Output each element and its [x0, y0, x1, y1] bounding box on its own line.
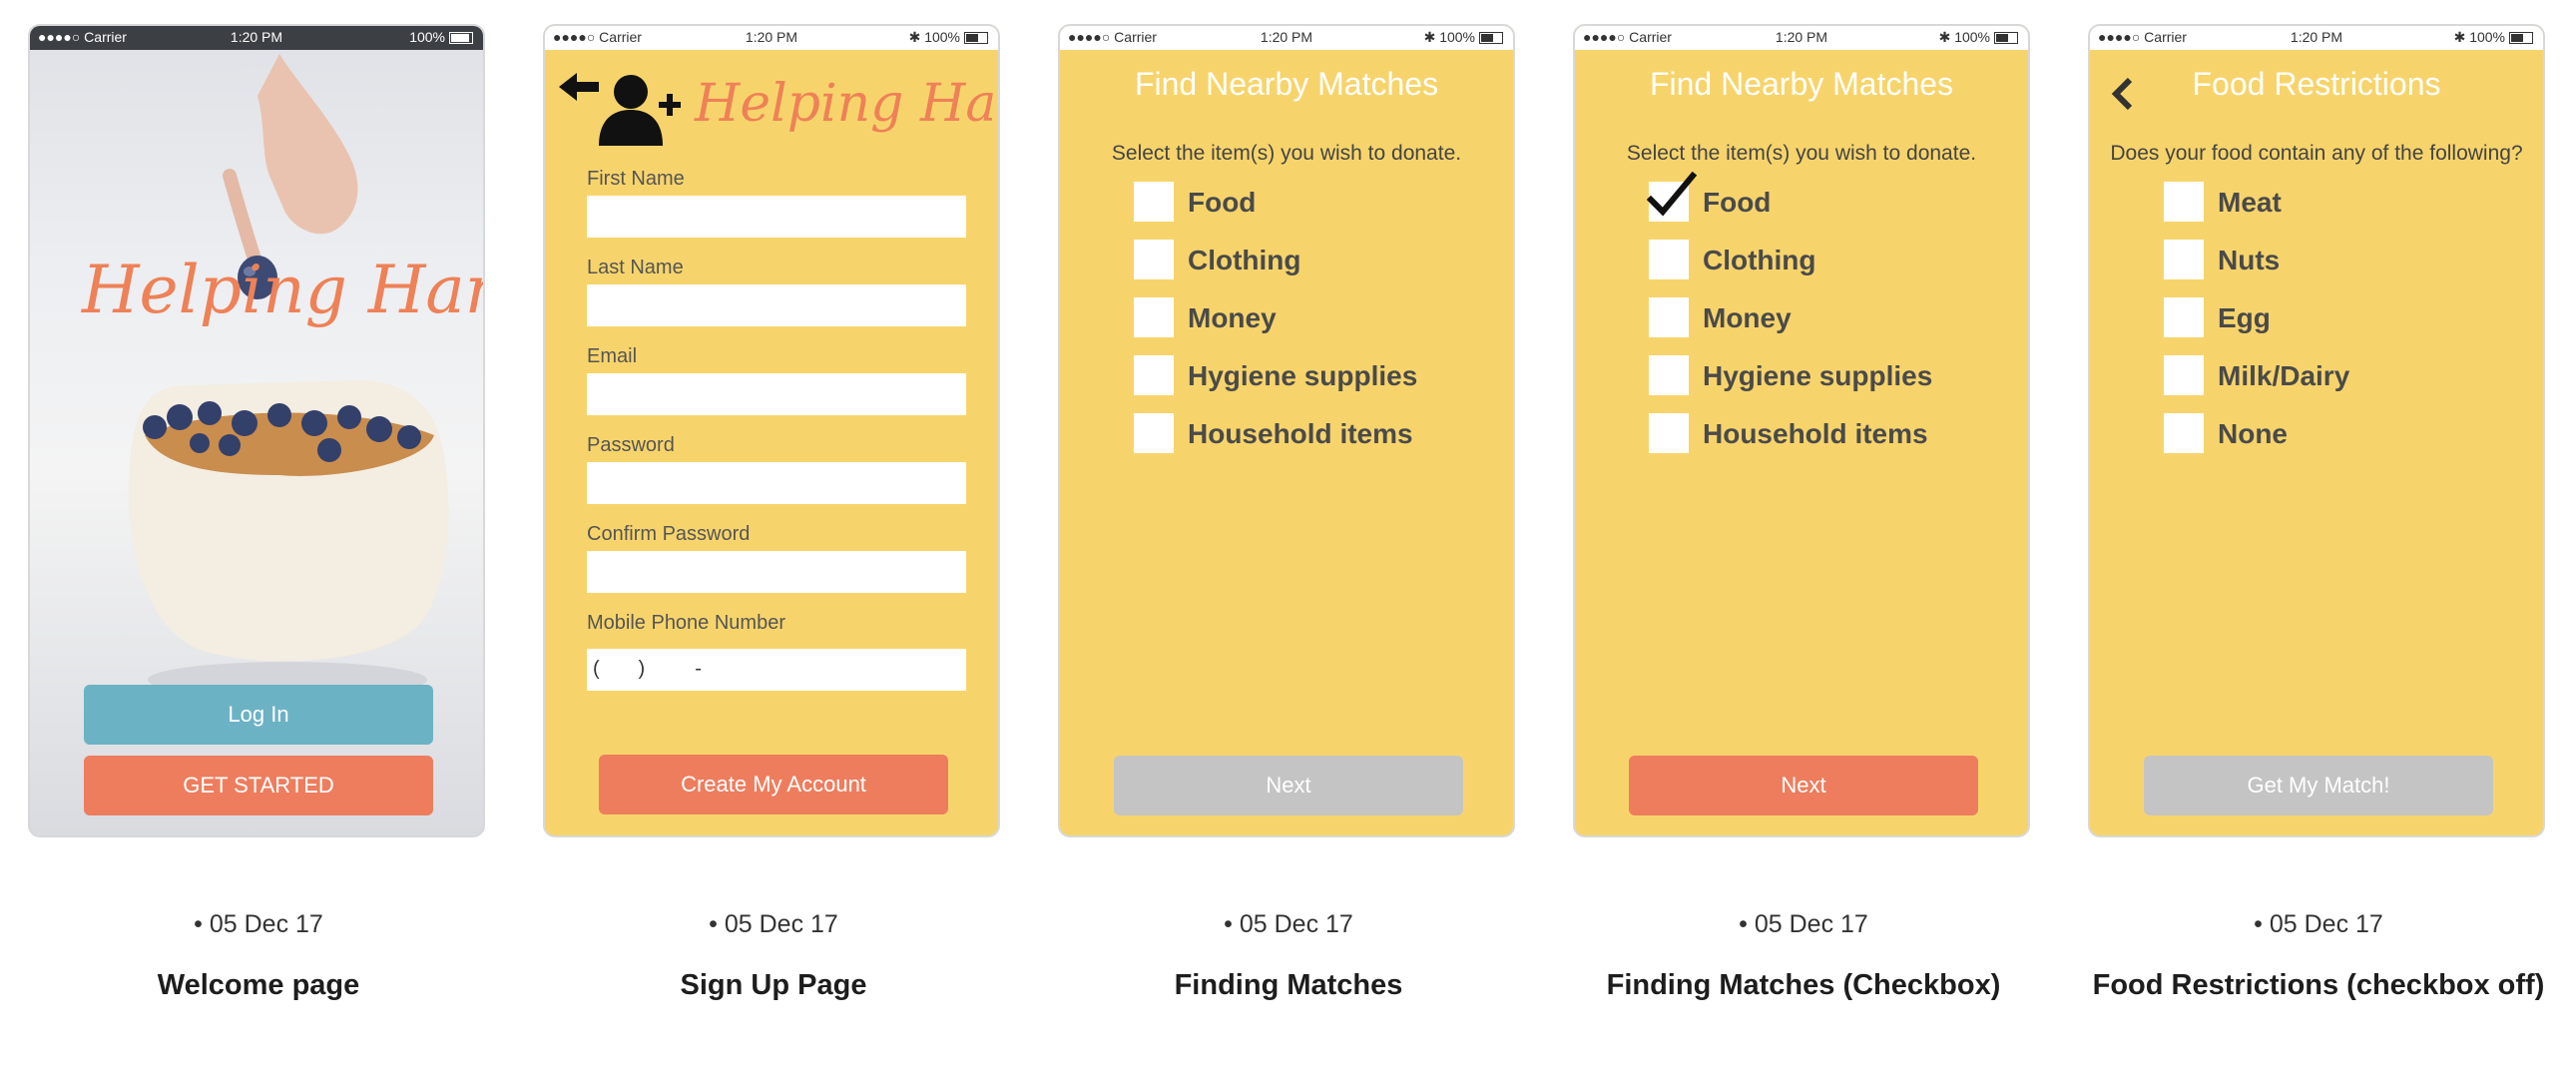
checkbox[interactable] [1649, 413, 1689, 453]
battery-icon [1994, 32, 2018, 45]
option-label: Household items [1188, 418, 1413, 449]
confirm-password-field[interactable] [587, 551, 966, 593]
checkbox[interactable] [2164, 297, 2204, 337]
last-name-field[interactable] [587, 284, 966, 326]
add-user-icon [599, 75, 681, 146]
create-account-button[interactable]: Create My Account [599, 755, 948, 814]
checkbox[interactable] [1134, 413, 1174, 453]
option-label: Hygiene supplies [1188, 360, 1418, 391]
next-button-disabled[interactable]: Next [1114, 756, 1463, 815]
phone-screen-find-checked: ●●●●○ Carrier 1:20 PM ✱ 100% Find Nearby… [1573, 24, 2030, 837]
donation-prompt: Select the item(s) you wish to donate. [1111, 142, 1462, 165]
first-name-label: First Name [587, 168, 685, 190]
status-bar: ●●●●○ Carrier 1:20 PM ✱ 100% [545, 26, 998, 50]
first-name-field[interactable] [587, 196, 966, 238]
card-caption: Sign Up Page [680, 969, 867, 1001]
option-label: Nuts [2218, 245, 2281, 275]
card-signup[interactable]: ●●●●○ Carrier 1:20 PM ✱ 100% Helping Han… [543, 24, 1004, 1001]
card-caption: Finding Matches [1174, 969, 1403, 1001]
password-field[interactable] [587, 462, 966, 504]
option-label: Money [1703, 302, 1792, 333]
email-field[interactable] [587, 373, 966, 415]
restrictions-prompt: Does your food contain any of the follow… [2110, 142, 2523, 165]
next-button[interactable]: Next [1629, 756, 1978, 815]
battery-percent: 100% [1954, 29, 1990, 45]
card-food-restrictions[interactable]: ●●●●○ Carrier 1:20 PM ✱ 100% Food Restri… [2088, 24, 2549, 1001]
battery-percent: 100% [2469, 29, 2505, 45]
checkbox[interactable] [1649, 355, 1689, 395]
battery-percent: 100% [924, 29, 960, 45]
battery-indicator: ✱ 100% [1939, 29, 2018, 46]
option-label: Food [1188, 187, 1257, 218]
phone-placeholder: ( ) - [593, 658, 702, 680]
card-date: • 05 Dec 17 [1224, 910, 1353, 938]
checkbox[interactable] [1134, 182, 1174, 222]
phone-screen-welcome: ●●●●○ Carrier 1:20 PM 100% Helping Hand … [28, 24, 485, 837]
card-finding-matches[interactable]: ●●●●○ Carrier 1:20 PM ✱ 100% Find Nearby… [1058, 24, 1519, 1001]
battery-icon [2509, 32, 2533, 45]
phone-screen-restrictions: ●●●●○ Carrier 1:20 PM ✱ 100% Food Restri… [2088, 24, 2545, 837]
donation-prompt: Select the item(s) you wish to donate. [1626, 142, 1977, 165]
option-label: Milk/Dairy [2218, 360, 2350, 391]
option-label: Clothing [1703, 245, 1816, 275]
checkbox[interactable] [1134, 297, 1174, 337]
option-label: Hygiene supplies [1703, 360, 1933, 391]
option-label: Egg [2218, 302, 2271, 333]
card-welcome[interactable]: ●●●●○ Carrier 1:20 PM 100% Helping Hand … [28, 24, 489, 1001]
option-label: Food [1703, 187, 1772, 218]
phone-screen-signup: ●●●●○ Carrier 1:20 PM ✱ 100% Helping Han… [543, 24, 1000, 837]
app-logo: Helping Hand [82, 252, 483, 328]
phone-screen-find: ●●●●○ Carrier 1:20 PM ✱ 100% Find Nearby… [1058, 24, 1515, 837]
status-bar: ●●●●○ Carrier 1:20 PM ✱ 100% [1060, 26, 1513, 50]
battery-indicator: ✱ 100% [909, 29, 988, 46]
status-bar: ●●●●○ Carrier 1:20 PM ✱ 100% [1575, 26, 2028, 50]
checkbox[interactable] [2164, 240, 2204, 279]
checkbox[interactable] [2164, 182, 2204, 222]
get-my-match-button[interactable]: Get My Match! [2144, 756, 2493, 815]
status-bar: ●●●●○ Carrier 1:20 PM ✱ 100% [2090, 26, 2543, 50]
last-name-label: Last Name [587, 257, 684, 278]
checkbox[interactable] [1134, 355, 1174, 395]
app-logo: Helping Hand [695, 74, 998, 134]
option-label: Meat [2218, 187, 2282, 218]
option-label: None [2218, 418, 2288, 449]
card-date: • 05 Dec 17 [1739, 910, 1868, 938]
battery-percent: 100% [1439, 29, 1475, 45]
screen-title: Find Nearby Matches [1649, 66, 1954, 102]
card-caption: Welcome page [157, 969, 360, 1001]
checkbox[interactable] [2164, 413, 2204, 453]
battery-indicator: ✱ 100% [2454, 29, 2533, 46]
battery-icon [964, 32, 988, 45]
option-label: Money [1188, 302, 1277, 333]
email-label: Email [587, 345, 638, 367]
password-label: Password [587, 434, 675, 456]
card-caption: Finding Matches (Checkbox) [1606, 969, 2001, 1001]
checkbox[interactable] [1134, 240, 1174, 279]
checkmark-icon [1647, 172, 1697, 217]
option-label: Household items [1703, 418, 1928, 449]
card-finding-matches-checkbox[interactable]: ●●●●○ Carrier 1:20 PM ✱ 100% Find Nearby… [1573, 24, 2034, 1001]
battery-icon [1479, 32, 1503, 45]
checkbox[interactable] [1649, 297, 1689, 337]
confirm-password-label: Confirm Password [587, 523, 751, 545]
mobile-phone-label: Mobile Phone Number [587, 612, 785, 634]
card-date: • 05 Dec 17 [194, 910, 323, 938]
checkbox[interactable] [1649, 240, 1689, 279]
screen-title: Find Nearby Matches [1134, 66, 1439, 102]
option-label: Clothing [1188, 245, 1301, 275]
screen-title: Food Restrictions [2192, 66, 2441, 102]
card-caption: Food Restrictions (checkbox off) [2092, 969, 2545, 1001]
card-date: • 05 Dec 17 [709, 910, 838, 938]
checkbox[interactable] [2164, 355, 2204, 395]
login-button[interactable]: Log In [84, 685, 433, 745]
battery-indicator: ✱ 100% [1424, 29, 1503, 46]
mobile-phone-field[interactable]: ( ) - [587, 649, 966, 691]
card-date: • 05 Dec 17 [2254, 910, 2383, 938]
get-started-button[interactable]: GET STARTED [84, 756, 433, 815]
